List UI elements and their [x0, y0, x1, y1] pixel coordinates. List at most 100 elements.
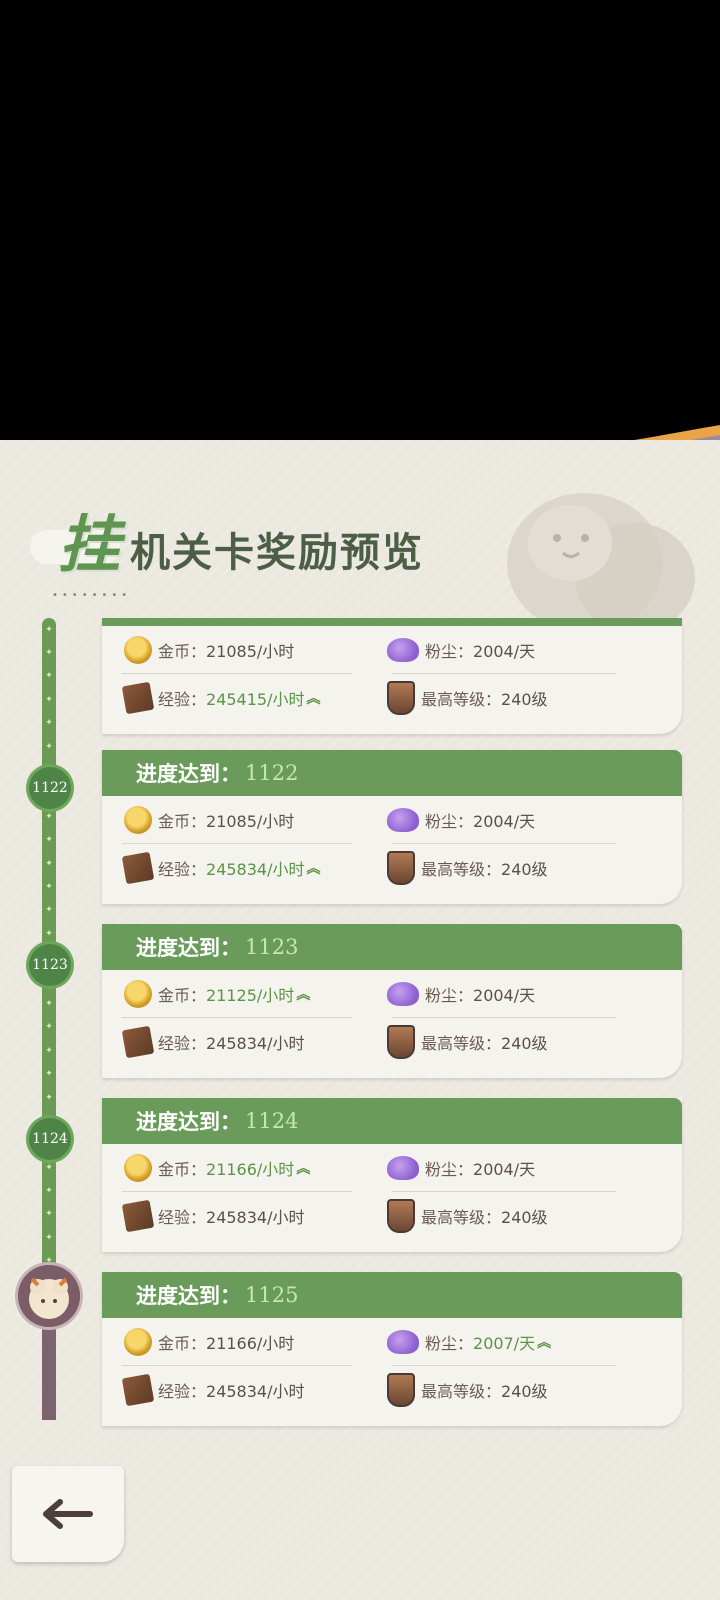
gold-coin-icon: [124, 806, 152, 834]
dust-label: 粉尘：: [425, 642, 474, 661]
progress-level: 1123: [245, 935, 299, 959]
dust-value: 2004/天: [473, 812, 536, 831]
gold-coin-icon: [124, 1154, 152, 1182]
exp-reward: 经验： 245834/小时: [121, 1192, 305, 1240]
level-shield-icon: [387, 1025, 415, 1059]
card-top-strip: [102, 618, 682, 626]
gold-reward: 金币： 21166/小时 ︽: [124, 1144, 310, 1192]
exp-label: 经验：: [158, 1382, 207, 1401]
purple-dust-icon: [387, 1156, 419, 1180]
reward-card-1124: 进度达到： 1124 金币： 21166/小时 ︽ 粉尘： 2004/天 经验：…: [102, 1098, 682, 1252]
max-level-label: 最高等级：: [421, 690, 502, 709]
exp-label: 经验：: [158, 1208, 207, 1227]
dust-value: 2007/天: [473, 1334, 536, 1353]
max-level-value: 240级: [501, 1208, 548, 1227]
gold-coin-icon: [124, 1328, 152, 1356]
reward-row: 金币： 21125/小时 ︽ 粉尘： 2004/天: [102, 970, 682, 1018]
card-header: 进度达到： 1122: [102, 750, 682, 796]
progress-node-1124: 1124: [29, 1118, 71, 1160]
max-level-label: 最高等级：: [421, 1208, 502, 1227]
max-level-reward: 最高等级： 240级: [387, 844, 548, 892]
exp-reward: 经验： 245834/小时: [121, 1366, 305, 1414]
progress-node-1122: 1122: [29, 767, 71, 809]
max-level-value: 240级: [501, 1382, 548, 1401]
progress-level: 1122: [245, 761, 299, 785]
level-shield-icon: [387, 851, 415, 885]
dust-label: 粉尘：: [425, 986, 474, 1005]
title-first-char: 挂: [58, 508, 120, 581]
exp-reward: 经验： 245415/小时 ︽: [121, 674, 321, 722]
progress-node-1123: 1123: [29, 944, 71, 986]
reward-card-1125: 进度达到： 1125 金币： 21166/小时 粉尘： 2007/天 ︽ 经验：…: [102, 1272, 682, 1426]
progress-label: 进度达到：: [136, 1284, 241, 1308]
increase-arrow-icon: ︽: [296, 1161, 311, 1177]
card-header: 进度达到： 1125: [102, 1272, 682, 1318]
purple-dust-icon: [387, 1330, 419, 1354]
dust-value: 2004/天: [473, 642, 536, 661]
exp-label: 经验：: [158, 860, 207, 879]
dust-reward: 粉尘： 2004/天: [387, 796, 535, 844]
reward-row: 经验： 245834/小时 ︽ 最高等级： 240级: [102, 844, 682, 892]
back-arrow-icon: [43, 1499, 93, 1529]
gold-reward: 金币： 21085/小时: [124, 626, 294, 674]
gold-label: 金币：: [158, 812, 207, 831]
max-level-reward: 最高等级： 240级: [387, 1018, 548, 1066]
exp-value: 245834/小时: [206, 1208, 305, 1227]
gold-reward: 金币： 21166/小时: [124, 1318, 294, 1366]
exp-value: 245834/小时: [206, 860, 305, 879]
exp-value: 245834/小时: [206, 1034, 305, 1053]
max-level-reward: 最高等级： 240级: [387, 1366, 548, 1414]
progress-level: 1124: [245, 1109, 299, 1133]
card-header: 进度达到： 1124: [102, 1098, 682, 1144]
dust-reward: 粉尘： 2004/天: [387, 970, 535, 1018]
purple-dust-icon: [387, 638, 419, 662]
page-title: 挂 机关卡奖励预览: [30, 500, 550, 590]
increase-arrow-icon: ︽: [306, 691, 321, 707]
gold-coin-icon: [124, 980, 152, 1008]
reward-row: 金币： 21166/小时 ︽ 粉尘： 2004/天: [102, 1144, 682, 1192]
dust-label: 粉尘：: [425, 812, 474, 831]
reward-row: 金币： 21166/小时 粉尘： 2007/天 ︽: [102, 1318, 682, 1366]
dust-value: 2004/天: [473, 1160, 536, 1179]
gold-label: 金币：: [158, 986, 207, 1005]
gold-value: 21125/小时: [206, 986, 295, 1005]
back-button[interactable]: [12, 1466, 124, 1562]
progress-label: 进度达到：: [136, 936, 241, 960]
exp-value: 245834/小时: [206, 1382, 305, 1401]
max-level-label: 最高等级：: [421, 1034, 502, 1053]
progress-label: 进度达到：: [136, 1110, 241, 1134]
exp-book-icon: [121, 1199, 155, 1233]
max-level-reward: 最高等级： 240级: [387, 1192, 548, 1240]
gold-value: 21085/小时: [206, 642, 295, 661]
max-level-reward: 最高等级： 240级: [387, 674, 548, 722]
dust-label: 粉尘：: [425, 1160, 474, 1179]
dust-reward: 粉尘： 2004/天: [387, 626, 535, 674]
reward-row: 金币： 21085/小时 粉尘： 2004/天: [102, 626, 682, 674]
level-shield-icon: [387, 1199, 415, 1233]
reward-card-1122: 进度达到： 1122 金币： 21085/小时 粉尘： 2004/天 经验： 2…: [102, 750, 682, 904]
max-level-value: 240级: [501, 1034, 548, 1053]
dust-reward: 粉尘： 2007/天 ︽: [387, 1318, 551, 1366]
gold-label: 金币：: [158, 1160, 207, 1179]
progress-level: 1125: [245, 1283, 299, 1307]
title-text: 机关卡奖励预览: [130, 529, 424, 576]
exp-book-icon: [121, 681, 155, 715]
exp-reward: 经验： 245834/小时 ︽: [121, 844, 321, 892]
exp-label: 经验：: [158, 1034, 207, 1053]
title-dots-decoration: ••••••••: [52, 590, 132, 601]
max-level-value: 240级: [501, 690, 548, 709]
reward-row: 经验： 245415/小时 ︽ 最高等级： 240级: [102, 674, 682, 722]
reward-row: 经验： 245834/小时 最高等级： 240级: [102, 1366, 682, 1414]
dust-label: 粉尘：: [425, 1334, 474, 1353]
progress-label: 进度达到：: [136, 762, 241, 786]
exp-reward: 经验： 245834/小时: [121, 1018, 305, 1066]
reward-row: 经验： 245834/小时 最高等级： 240级: [102, 1018, 682, 1066]
player-avatar: [18, 1265, 80, 1327]
max-level-value: 240级: [501, 860, 548, 879]
gold-coin-icon: [124, 636, 152, 664]
purple-dust-icon: [387, 808, 419, 832]
max-level-label: 最高等级：: [421, 1382, 502, 1401]
level-shield-icon: [387, 681, 415, 715]
gold-reward: 金币： 21085/小时: [124, 796, 294, 844]
gold-label: 金币：: [158, 1334, 207, 1353]
